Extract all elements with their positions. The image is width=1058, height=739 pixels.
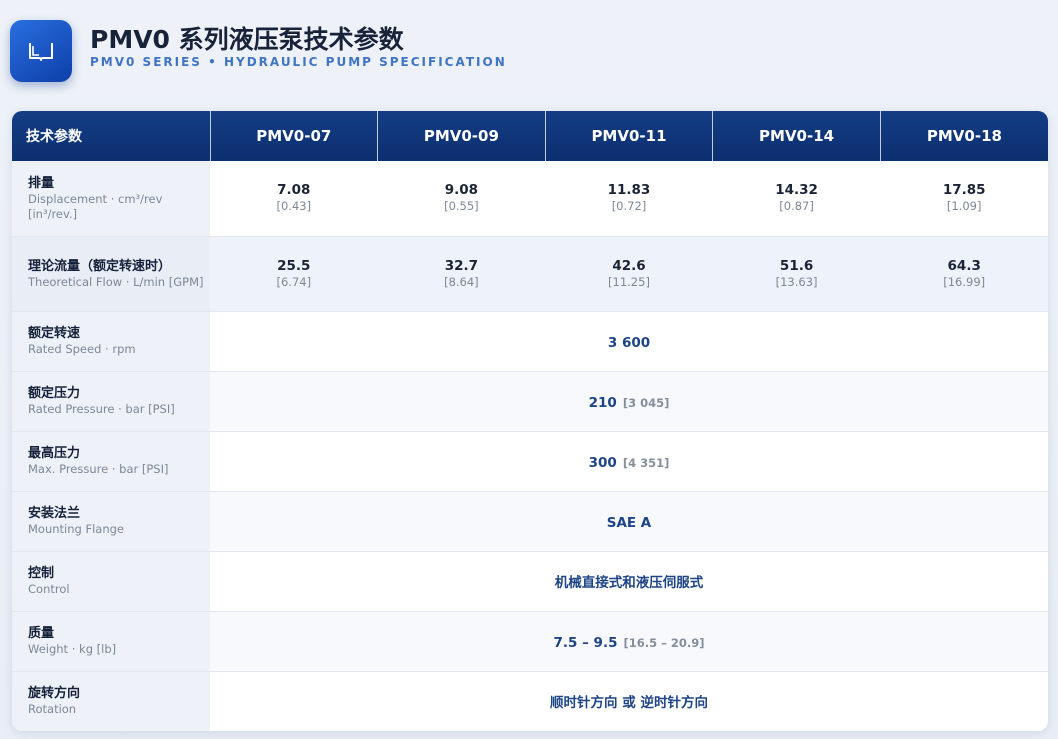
row-label-cn: 旋转方向 <box>28 686 81 702</box>
logo-badge <box>10 20 72 82</box>
table-cell-merged: 210 [3 045] <box>210 371 1048 432</box>
cell-sub-value: [8.64] <box>444 274 479 289</box>
row-label: 额定转速 Rated Speed · rpm <box>12 311 210 372</box>
table-row-weight: 质量 Weight · kg [lb] 7.5 – 9.5 [16.5 – 20.… <box>12 611 1048 672</box>
cell-value: 42.6 <box>612 257 646 274</box>
row-label-en: Max. Pressure · bar [PSI] <box>28 462 169 476</box>
cell-value: 51.6 <box>779 257 814 274</box>
row-label-cn: 排量 <box>28 175 55 191</box>
row-label-en: Displacement · cm³/rev [in³/rev.] <box>28 191 163 221</box>
cell-value: 11.83 <box>607 182 651 199</box>
cell-sub-value: [11.25] <box>608 274 650 289</box>
row-label: 理论流量（额定转速时） Theoretical Flow · L/min [GP… <box>12 236 210 312</box>
table-cell: 51.6 [13.63] <box>712 236 881 312</box>
table-cell: 7.08 [0.43] <box>210 161 378 237</box>
header-model: PMV0-18 <box>880 111 1048 161</box>
cell-value: 14.32 <box>775 182 818 199</box>
table-cell-merged: 机械直接式和液压伺服式 <box>210 551 1048 612</box>
cell-value: 64.3 <box>947 257 981 274</box>
cell-sub-value: [1.09] <box>946 199 982 214</box>
page-subtitle: PMV0 SERIES • HYDRAULIC PUMP SPECIFICATI… <box>90 55 507 69</box>
spec-table-container: 技术参数 PMV0-07 PMV0-09 PMV0-11 PMV0-14 PMV… <box>12 111 1048 731</box>
table-row-max-pressure: 最高压力 Max. Pressure · bar [PSI] 300 [4 351… <box>12 431 1048 492</box>
table-cell: 32.7 [8.64] <box>377 236 546 312</box>
row-label-cn: 控制 <box>28 566 55 581</box>
cell-value: 3 600 <box>607 334 651 351</box>
table-cell: 11.83 [0.72] <box>545 161 713 237</box>
cell-value: 7.5 – 9.5 <box>553 634 618 651</box>
cell-value: 顺时针方向 或 逆时针方向 <box>550 695 708 712</box>
table-cell-merged: 3 600 <box>210 311 1048 372</box>
cell-value: SAE A <box>606 514 652 531</box>
row-label-en: Weight · kg [lb] <box>28 642 117 656</box>
cell-value: 7.08 <box>277 182 311 199</box>
header-model: PMV0-11 <box>545 111 714 161</box>
table-cell-merged: 300 [4 351] <box>210 431 1048 492</box>
row-label: 安装法兰 Mounting Flange <box>12 491 210 552</box>
table-cell: 17.85 [1.09] <box>880 161 1048 237</box>
table-row-rated-pressure: 额定压力 Rated Pressure · bar [PSI] 210 [3 04… <box>12 371 1048 432</box>
row-label-en: Rotation <box>28 702 77 717</box>
table-row-displacement: 排量 Displacement · cm³/rev [in³/rev.] 7.0… <box>12 161 1048 237</box>
table-row-rotation: 旋转方向 Rotation 顺时针方向 或 逆时针方向 <box>12 671 1048 731</box>
row-label-en: Theoretical Flow · L/min [GPM] <box>28 274 204 289</box>
cell-sub-value: [6.74] <box>276 274 312 289</box>
row-label: 额定压力 Rated Pressure · bar [PSI] <box>12 371 210 432</box>
row-label-en: Mounting Flange <box>28 522 125 536</box>
row-label-cn: 安装法兰 <box>28 506 81 521</box>
row-label-cn: 理论流量（额定转速时） <box>28 258 172 274</box>
table-cell: 25.5 [6.74] <box>210 236 378 312</box>
cell-value: 17.85 <box>942 182 986 199</box>
cell-sub-value: [16.5 – 20.9] <box>623 635 705 650</box>
cell-sub-value: [0.87] <box>779 199 814 214</box>
table-row-flange: 安装法兰 Mounting Flange SAE A <box>12 491 1048 552</box>
row-label-cn: 额定转速 <box>28 326 81 341</box>
cell-sub-value: [0.72] <box>611 199 647 214</box>
row-label-cn: 质量 <box>28 626 55 641</box>
header-model: PMV0-09 <box>377 111 546 161</box>
table-cell: 64.3 [16.99] <box>880 236 1048 312</box>
table-cell: 14.32 [0.87] <box>712 161 881 237</box>
cell-value: 25.5 <box>277 257 311 274</box>
table-cell-merged: 7.5 – 9.5 [16.5 – 20.9] <box>210 611 1048 672</box>
cell-value: 32.7 <box>444 257 479 274</box>
cell-sub-value: [13.63] <box>775 274 818 289</box>
row-label: 控制 Control <box>12 551 210 612</box>
row-label: 最高压力 Max. Pressure · bar [PSI] <box>12 431 210 492</box>
header-model: PMV0-14 <box>712 111 881 161</box>
spec-table: 技术参数 PMV0-07 PMV0-09 PMV0-11 PMV0-14 PMV… <box>12 111 1048 731</box>
table-row-control: 控制 Control 机械直接式和液压伺服式 <box>12 551 1048 612</box>
table-cell-merged: SAE A <box>210 491 1048 552</box>
table-header-row: 技术参数 PMV0-07 PMV0-09 PMV0-11 PMV0-14 PMV… <box>12 111 1048 161</box>
cell-sub-value: [0.55] <box>444 199 479 214</box>
table-row-flow: 理论流量（额定转速时） Theoretical Flow · L/min [GP… <box>12 236 1048 312</box>
cell-sub-value: [4 351] <box>622 455 670 470</box>
header-corner: 技术参数 <box>12 111 211 161</box>
row-label: 质量 Weight · kg [lb] <box>12 611 210 672</box>
row-label-en: Rated Pressure · bar [PSI] <box>28 402 175 416</box>
row-label: 排量 Displacement · cm³/rev [in³/rev.] <box>12 161 210 237</box>
cell-value: 300 <box>588 454 617 471</box>
page-header: PMV0 系列液压泵技术参数 PMV0 SERIES • HYDRAULIC P… <box>10 18 1050 82</box>
row-label-cn: 最高压力 <box>28 446 81 461</box>
row-label: 旋转方向 Rotation <box>12 671 210 731</box>
cell-value: 210 <box>588 394 617 411</box>
table-cell-merged: 顺时针方向 或 逆时针方向 <box>210 671 1048 731</box>
cell-value: 机械直接式和液压伺服式 <box>554 575 704 591</box>
page-title: PMV0 系列液压泵技术参数 <box>90 25 404 54</box>
cell-sub-value: [16.99] <box>943 274 986 289</box>
row-label-en: Rated Speed · rpm <box>28 342 136 356</box>
table-cell: 42.6 [11.25] <box>545 236 713 312</box>
row-label-en: Control <box>28 582 70 596</box>
header-model: PMV0-07 <box>210 111 379 161</box>
table-cell: 9.08 [0.55] <box>377 161 546 237</box>
table-row-speed: 额定转速 Rated Speed · rpm 3 600 <box>12 311 1048 372</box>
book-icon <box>29 43 53 61</box>
cell-sub-value: [3 045] <box>622 395 670 410</box>
cell-sub-value: [0.43] <box>276 199 312 214</box>
row-label-cn: 额定压力 <box>28 386 81 401</box>
cell-value: 9.08 <box>444 182 479 199</box>
